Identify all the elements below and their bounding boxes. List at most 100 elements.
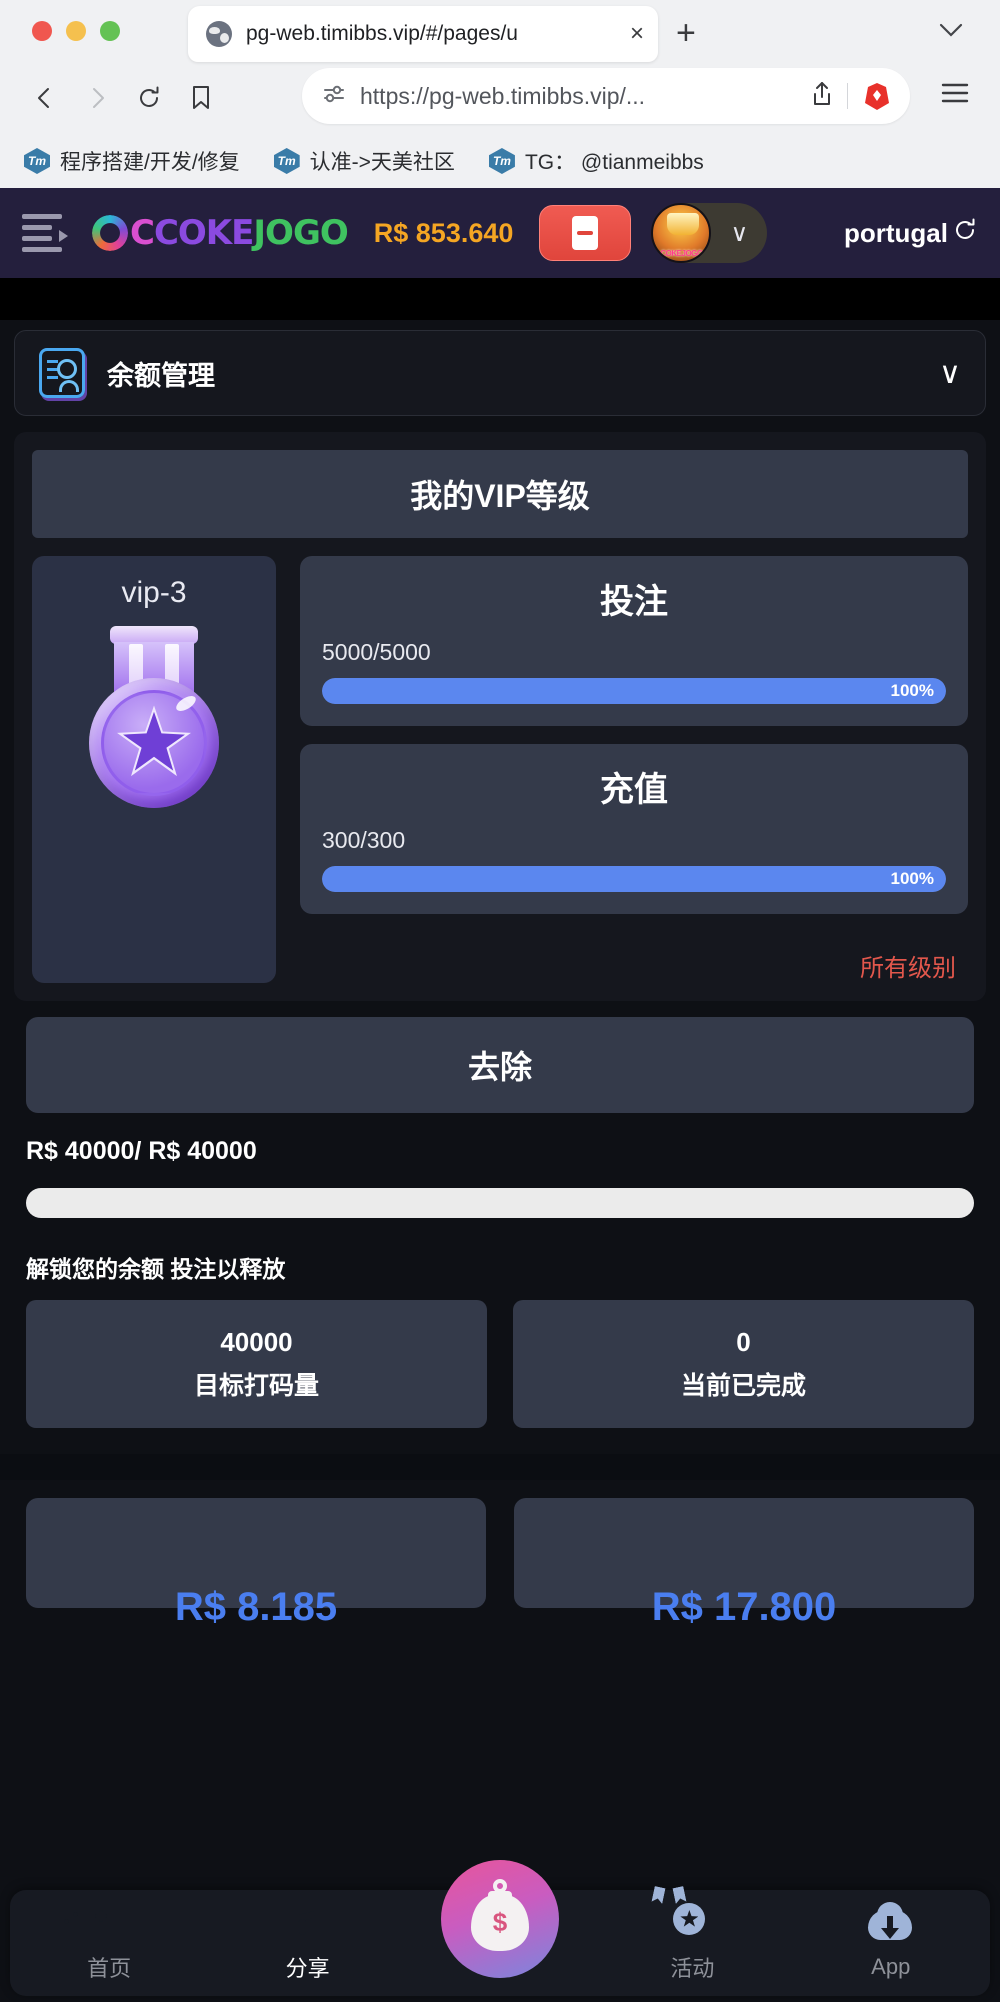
vip-level-label: vip-3 — [121, 576, 186, 610]
new-tab-button[interactable]: + — [676, 16, 696, 50]
close-window-button[interactable] — [32, 21, 52, 41]
maximize-window-button[interactable] — [100, 21, 120, 41]
divider — [847, 83, 848, 109]
share-icon — [285, 1903, 331, 1945]
site-settings-icon[interactable] — [322, 83, 346, 110]
nav-item-app[interactable]: App — [826, 1906, 956, 1980]
nav-item-activity[interactable]: 活动 — [627, 1903, 757, 1983]
chevron-down-icon[interactable]: ∨ — [939, 356, 961, 391]
bookmark-label: 认准->天美社区 — [310, 146, 455, 176]
balance-management-row[interactable]: 余额管理 ∨ — [14, 330, 986, 416]
remove-stat-grid: 40000 目标打码量 0 当前已完成 — [26, 1300, 974, 1428]
language-selector[interactable]: portugal — [844, 217, 978, 250]
url-text[interactable]: https://pg-web.timibbs.vip/... — [360, 83, 797, 110]
menu-icon[interactable] — [22, 211, 70, 255]
tab-title: pg-web.timibbs.vip/#/pages/u — [246, 22, 624, 46]
vip-panel-title: 我的VIP等级 — [32, 450, 968, 538]
recharge-progress-fill: 100% — [322, 866, 946, 892]
bookmark-item-1[interactable]: Tm 认准->天美社区 — [274, 146, 455, 176]
balance-amount: R$ 853.640 — [374, 218, 514, 249]
bookmark-item-0[interactable]: Tm 程序搭建/开发/修复 — [24, 146, 240, 176]
vip-medal-card: vip-3 — [32, 556, 276, 983]
refresh-icon[interactable] — [952, 217, 978, 250]
browser-chrome: pg-web.timibbs.vip/#/pages/u × + — [0, 0, 1000, 188]
vip-progress-list: 投注 5000/5000 100% 充值 300/300 100% 所有级别 — [300, 556, 968, 983]
site-logo[interactable]: CCOKEJOGO — [92, 213, 348, 253]
award-badge-icon — [669, 1903, 715, 1945]
stat-label: 目标打码量 — [194, 1366, 319, 1402]
browser-tab[interactable]: pg-web.timibbs.vip/#/pages/u × — [188, 6, 658, 62]
stat-card-target: 40000 目标打码量 — [26, 1300, 487, 1428]
vip-progress-card-recharge: 充值 300/300 100% — [300, 744, 968, 914]
logo-jogo: JOGO — [253, 213, 347, 253]
brave-lion-icon[interactable] — [862, 81, 892, 111]
address-bar[interactable]: https://pg-web.timibbs.vip/... — [302, 68, 910, 124]
person-icon — [59, 380, 79, 392]
logo-coke: COKE — [154, 213, 253, 253]
tail-card-value: R$ 8.185 — [175, 1585, 337, 1630]
gamepad-icon — [86, 1903, 132, 1945]
remove-amount: R$ 40000/ R$ 40000 — [26, 1137, 974, 1166]
bookmarks-bar: Tm 程序搭建/开发/修复 Tm 认准->天美社区 Tm TG： @tianme… — [0, 134, 1000, 188]
tm-icon: Tm — [24, 148, 50, 174]
nav-label: 首页 — [87, 1951, 131, 1983]
bet-card-fraction: 5000/5000 — [322, 639, 946, 666]
vip-panel: 我的VIP等级 vip-3 投注 — [14, 432, 986, 1001]
bookmark-item-2[interactable]: Tm TG： @tianmeibbs — [489, 146, 704, 176]
bet-progress-bar: 100% — [322, 678, 946, 704]
browser-menu-icon[interactable] — [940, 80, 970, 111]
back-button[interactable] — [22, 75, 68, 121]
nav-item-home[interactable]: 首页 — [44, 1903, 174, 1983]
money-bag-icon: $ — [471, 1887, 529, 1951]
stat-value: 40000 — [220, 1327, 292, 1358]
avatar: COKEJOGO — [651, 203, 711, 263]
recharge-card-title: 充值 — [322, 762, 946, 811]
stat-card-completed: 0 当前已完成 — [513, 1300, 974, 1428]
download-cloud-icon — [868, 1906, 914, 1948]
remove-subtitle: 解锁您的余额 投注以释放 — [26, 1250, 974, 1284]
stat-value: 0 — [736, 1327, 750, 1358]
recharge-card-fraction: 300/300 — [322, 827, 946, 854]
section-divider — [0, 1454, 1000, 1480]
tm-icon: Tm — [489, 148, 515, 174]
account-switcher[interactable]: COKEJOGO ∨ — [651, 203, 767, 263]
balance-card-icon — [39, 348, 85, 398]
remove-section: 去除 R$ 40000/ R$ 40000 解锁您的余额 投注以释放 40000… — [0, 1017, 1000, 1428]
app-header: CCOKEJOGO R$ 853.640 COKEJOGO ∨ portugal — [0, 188, 1000, 278]
window-controls[interactable] — [0, 0, 120, 62]
reload-icon[interactable] — [126, 75, 172, 121]
tm-icon: Tm — [274, 148, 300, 174]
chevron-down-icon[interactable] — [938, 18, 964, 44]
wallet-button[interactable] — [539, 205, 631, 261]
avatar-badge: COKEJOGO — [660, 249, 702, 258]
vip-content-grid: vip-3 投注 5000/5000 — [32, 556, 968, 983]
balance-management-title: 余额管理 — [107, 354, 215, 393]
nav-item-share[interactable]: 分享 — [243, 1903, 373, 1983]
bookmark-icon[interactable] — [178, 75, 224, 121]
recharge-progress-bar: 100% — [322, 866, 946, 892]
tab-strip: pg-web.timibbs.vip/#/pages/u × + — [0, 0, 1000, 62]
remove-progress-bar — [26, 1188, 974, 1218]
forward-button[interactable] — [74, 75, 120, 121]
nav-label: App — [871, 1954, 910, 1980]
nav-item-wallet[interactable]: $ — [441, 1860, 559, 1978]
tail-card[interactable]: R$ 8.185 — [26, 1498, 486, 1608]
share-icon[interactable] — [811, 81, 833, 112]
minimize-window-button[interactable] — [66, 21, 86, 41]
chevron-down-icon[interactable]: ∨ — [711, 219, 767, 248]
nav-label: 分享 — [286, 1951, 330, 1983]
bet-card-title: 投注 — [322, 574, 946, 623]
wallet-icon — [572, 216, 598, 250]
language-label: portugal — [844, 218, 948, 249]
logo-swirl-icon — [92, 215, 128, 251]
vip-progress-card-bet: 投注 5000/5000 100% — [300, 556, 968, 726]
logo-c: C — [130, 213, 154, 253]
close-icon[interactable]: × — [630, 22, 644, 46]
tail-card-value: R$ 17.800 — [652, 1585, 837, 1630]
all-levels-link[interactable]: 所有级别 — [300, 948, 968, 983]
tail-card[interactable]: R$ 17.800 — [514, 1498, 974, 1608]
bet-progress-fill: 100% — [322, 678, 946, 704]
bookmark-label: TG： @tianmeibbs — [525, 146, 704, 176]
remove-title: 去除 — [26, 1017, 974, 1113]
vip-medal-icon — [81, 626, 227, 806]
